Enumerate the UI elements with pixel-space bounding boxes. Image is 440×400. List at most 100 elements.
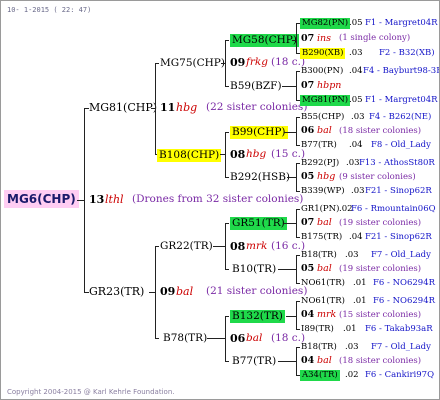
gen4-b1f-val: .04 bbox=[349, 140, 363, 150]
gen3-c1-code: bal bbox=[317, 217, 332, 228]
connector bbox=[155, 63, 159, 64]
gen4-c2m-name[interactable]: B18(TR) bbox=[301, 251, 337, 260]
gen3-c1-note: (19 sister colonies) bbox=[339, 218, 422, 228]
gen4-d1m-place: F6 - NO6294R bbox=[373, 296, 436, 306]
gen3-c2-code: bal bbox=[317, 263, 332, 274]
gen1-bottom-year: 09 bbox=[160, 285, 176, 298]
gen4-b1m-name[interactable]: B55(CHP) bbox=[301, 113, 344, 122]
gen1-top-name[interactable]: MG81(CHP) bbox=[89, 102, 157, 113]
gen3-b2-code: hbg bbox=[317, 171, 336, 182]
gen4-a2f-val: .05 bbox=[349, 95, 363, 105]
gen4-b1m-val: .03 bbox=[351, 112, 365, 122]
pedigree-chart: 10- 1-2015 ( 22: 47) MG6(CHP) 13 lthl (D… bbox=[0, 0, 440, 400]
connector bbox=[296, 301, 297, 330]
gen3-b1-name[interactable]: B99(CHP) bbox=[230, 126, 288, 139]
gen4-d1m-name[interactable]: NO61(TR) bbox=[301, 297, 345, 306]
gen4-b2f-place: F21 - Sinop62R bbox=[365, 186, 432, 196]
connector bbox=[296, 117, 297, 146]
gen4-a1m-place: F1 - Margret04R bbox=[365, 18, 438, 28]
gen3-d2-year: 04 bbox=[301, 355, 315, 366]
gen4-a1f-place: F2 - B32(XB) bbox=[379, 48, 435, 58]
gen4-a2m-name[interactable]: B300(PN) bbox=[301, 67, 343, 76]
gen1-top-year: 11 bbox=[160, 101, 176, 114]
gen4-b2f-val: .03 bbox=[351, 186, 365, 196]
gen4-b1f-name[interactable]: B77(TR) bbox=[301, 141, 337, 150]
connector bbox=[155, 63, 156, 155]
gen3-d2-code: bal bbox=[317, 355, 332, 366]
connector bbox=[207, 338, 226, 339]
connector bbox=[225, 40, 229, 41]
gen1-top-note: (22 sister colonies) bbox=[206, 101, 308, 113]
gen3-d1-code: mrk bbox=[317, 309, 337, 320]
gen3-b1-note: (18 sister colonies) bbox=[339, 126, 422, 136]
gen3-b2-year: 05 bbox=[301, 171, 315, 182]
gen3-c1-year: 07 bbox=[301, 217, 315, 228]
gen4-c2f-place: F6 - NO6294R bbox=[373, 278, 436, 288]
gen3-d1-name[interactable]: B132(TR) bbox=[230, 310, 285, 323]
gen2-d-name[interactable]: B78(TR) bbox=[163, 333, 207, 344]
gen2-b-code: hbg bbox=[246, 148, 267, 160]
gen3-c2-name[interactable]: B10(TR) bbox=[232, 264, 276, 275]
gen4-d1f-val: .01 bbox=[343, 324, 357, 334]
gen4-d2m-name[interactable]: B18(TR) bbox=[301, 343, 337, 352]
gen4-d2f-place: F6 - Cankiri97Q bbox=[365, 370, 435, 380]
gen4-a1m-name[interactable]: MG82(PN) bbox=[300, 18, 351, 29]
gen1-bottom-code: bal bbox=[176, 285, 194, 298]
gen4-c1m-place: F6 - Rmountain06Q bbox=[351, 204, 436, 214]
connector bbox=[84, 108, 85, 293]
gen2-b-name[interactable]: B108(CHP) bbox=[157, 149, 222, 162]
gen4-c1m-name[interactable]: GR1(PN) bbox=[301, 205, 339, 214]
gen4-d1f-name[interactable]: I89(TR) bbox=[301, 325, 334, 334]
gen4-c2f-val: .01 bbox=[353, 278, 367, 288]
gen4-b2m-name[interactable]: B292(PJ) bbox=[301, 159, 339, 168]
connector bbox=[296, 71, 297, 101]
gen3-b2-name[interactable]: B292(HSB) bbox=[230, 172, 290, 183]
gen4-b2f-name[interactable]: B339(WP) bbox=[301, 187, 345, 196]
connector bbox=[225, 223, 226, 270]
copyright-footer: Copyright 2004-2015 @ Karl Kehrle Founda… bbox=[7, 388, 175, 396]
gen3-c1-name[interactable]: GR51(TR) bbox=[230, 217, 287, 230]
gen4-c1f-name[interactable]: B175(TR) bbox=[301, 233, 342, 242]
gen4-a2f-name[interactable]: MG81(PN) bbox=[300, 95, 351, 106]
connector bbox=[296, 347, 300, 348]
connector bbox=[296, 209, 297, 238]
connector bbox=[296, 71, 300, 72]
gen4-c2f-name[interactable]: NO61(TR) bbox=[301, 279, 345, 288]
connector bbox=[296, 329, 300, 330]
gen4-a2m-val: .04 bbox=[349, 66, 363, 76]
gen3-b2-note: (9 sister colonies) bbox=[339, 172, 416, 182]
connector bbox=[296, 163, 300, 164]
gen3-a1-code: ins bbox=[317, 33, 332, 44]
gen3-a2-name[interactable]: B59(BZF) bbox=[230, 81, 282, 92]
connector bbox=[225, 269, 229, 270]
gen4-c2m-place: F7 - Old_Lady bbox=[371, 250, 431, 260]
gen3-a2-code: hbpn bbox=[317, 80, 342, 91]
gen4-d2f-val: .02 bbox=[345, 370, 359, 380]
gen4-d1f-place: F6 - Takab93aR bbox=[365, 324, 433, 334]
connector bbox=[296, 163, 297, 192]
gen3-d2-name[interactable]: B77(TR) bbox=[232, 356, 276, 367]
gen2-a-note: (18 c.) bbox=[271, 56, 306, 68]
gen4-a2f-place: F1 - Margret04R bbox=[365, 95, 438, 105]
connector bbox=[225, 361, 229, 362]
connector bbox=[296, 255, 300, 256]
gen2-a-name[interactable]: MG75(CHP) bbox=[160, 58, 225, 69]
root-queen[interactable]: MG6(CHP) bbox=[4, 190, 79, 208]
connector bbox=[225, 177, 229, 178]
gen2-d-code: bal bbox=[246, 332, 263, 344]
gen4-a1f-val: .03 bbox=[349, 48, 363, 58]
root-note: (Drones from 32 sister colonies) bbox=[132, 193, 304, 205]
root-year: 13 bbox=[89, 193, 105, 206]
gen4-a1f-name[interactable]: B290(XB) bbox=[300, 48, 346, 59]
gen3-a1-name[interactable]: MG58(CHP) bbox=[230, 34, 299, 47]
gen2-c-name[interactable]: GR22(TR) bbox=[160, 241, 213, 252]
gen1-bottom-name[interactable]: GR23(TR) bbox=[89, 286, 144, 297]
gen2-d-note: (18 c.) bbox=[271, 332, 306, 344]
gen4-d2f-name[interactable]: A34(TR) bbox=[300, 370, 340, 381]
gen1-top-code: hbg bbox=[176, 101, 198, 114]
gen3-c2-note: (19 sister colonies) bbox=[339, 264, 422, 274]
gen2-a-code: frkg bbox=[246, 56, 268, 68]
connector bbox=[296, 237, 300, 238]
gen4-c1f-place: F21 - Sinop62R bbox=[365, 232, 432, 242]
gen4-b1m-place: F4 - B262(NE) bbox=[369, 112, 432, 122]
